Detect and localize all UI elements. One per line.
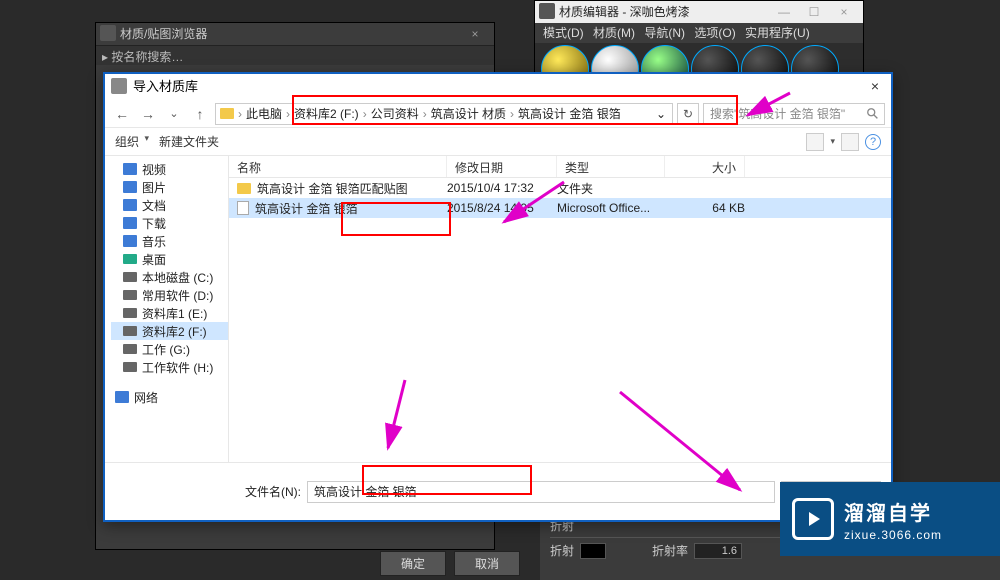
nav-back-button[interactable]: ← [111,103,133,125]
parent-dialog-buttons: 确定 取消 [380,551,520,576]
tree-item: 音乐 [111,232,228,250]
folder-icon [237,183,251,194]
tree-item: 桌面 [111,250,228,268]
column-size[interactable]: 大小 [665,156,745,177]
drive-icon [123,344,137,354]
nav-dropdown-icon[interactable]: ⌄ [163,103,185,125]
search-input[interactable]: 搜索"筑高设计 金箔 银箔" [703,103,885,125]
dialog-title: 导入材质库 [133,79,198,94]
tree-item: 视频 [111,160,228,178]
tree-item: 下载 [111,214,228,232]
tree-item: 工作 (G:) [111,340,228,358]
column-date[interactable]: 修改日期 [447,156,557,177]
downloads-icon [123,217,137,229]
file-list: 名称 修改日期 类型 大小 筑高设计 金箔 银箔匹配贴图 2015/10/4 1… [229,156,891,462]
ior-spinner[interactable]: 1.6 [694,543,742,559]
tree-item: 工作软件 (H:) [111,358,228,376]
breadcrumb-dropdown-icon[interactable]: ⌄ [650,107,672,121]
new-folder-button[interactable]: 新建文件夹 [159,133,219,150]
drive-icon [123,290,137,300]
menu-mode[interactable]: 模式(D) [543,26,584,40]
watermark: 溜溜自学 zixue.3066.com [780,482,1000,556]
documents-icon [123,199,137,211]
refraction-label: 折射 [550,542,574,559]
drive-icon [123,272,137,282]
organize-menu[interactable]: 组织 [115,133,149,150]
breadcrumb-segment[interactable]: 筑高设计 材质 [431,105,506,122]
maximize-icon[interactable]: ☐ [799,1,829,23]
material-browser-titlebar: 材质/贴图浏览器 × [96,23,494,45]
material-browser-title: 材质/贴图浏览器 [120,27,207,41]
watermark-line1: 溜溜自学 [844,497,942,526]
tree-item-selected: 资料库2 (F:) [111,322,228,340]
music-icon [123,235,137,247]
close-icon[interactable]: × [865,76,885,96]
watermark-logo-icon [792,498,834,540]
tree-item: 常用软件 (D:) [111,286,228,304]
drive-icon [123,362,137,372]
menu-material[interactable]: 材质(M) [593,26,635,40]
ior-label: 折射率 [652,542,688,559]
search-placeholder: 搜索"筑高设计 金箔 银箔" [710,105,845,122]
filename-label: 文件名(N): [245,483,301,500]
desktop-icon [123,254,137,264]
refresh-button[interactable]: ↻ [677,103,699,125]
minimize-icon[interactable]: — [769,1,799,23]
nav-forward-button[interactable]: → [137,103,159,125]
tree-item: 文档 [111,196,228,214]
drive-icon [123,308,137,318]
dialog-titlebar: 导入材质库 × [105,74,891,100]
pictures-icon [123,181,137,193]
breadcrumb[interactable]: › 此电脑› 资料库2 (F:)› 公司资料› 筑高设计 材质› 筑高设计 金箔… [215,103,673,125]
material-editor-menubar: 模式(D) 材质(M) 导航(N) 选项(O) 实用程序(U) [535,23,863,43]
tree-item: 网络 [111,388,228,406]
file-list-header: 名称 修改日期 类型 大小 [229,156,891,178]
search-row: ▸ 按名称搜索… [96,45,494,65]
videos-icon [123,163,137,175]
view-mode-icon[interactable] [806,133,824,151]
material-editor-window: 材质编辑器 - 深咖色烤漆 — ☐ × 模式(D) 材质(M) 导航(N) 选项… [534,0,864,74]
close-icon[interactable]: × [460,23,490,45]
tree-item: 资料库1 (E:) [111,304,228,322]
material-editor-titlebar: 材质编辑器 - 深咖色烤漆 — ☐ × [535,1,863,23]
column-name[interactable]: 名称 [229,156,447,177]
breadcrumb-segment[interactable]: 此电脑 [246,105,282,122]
breadcrumb-segment[interactable]: 公司资料 [371,105,419,122]
filename-input[interactable]: 筑高设计 金箔 银箔 [307,481,775,503]
dialog-bottom-bar: 文件名(N): 筑高设计 金箔 银箔 材质库(*.mat) [105,462,891,520]
app-icon [539,3,555,19]
close-icon[interactable]: × [829,1,859,23]
search-icon [866,107,880,121]
app-icon [111,78,127,94]
file-open-dialog: 导入材质库 × ← → ⌄ ↑ › 此电脑› 资料库2 (F:)› 公司资料› … [103,72,893,522]
nav-up-button[interactable]: ↑ [189,103,211,125]
tree-item: 图片 [111,178,228,196]
table-row[interactable]: 筑高设计 金箔 银箔匹配贴图 2015/10/4 17:32 文件夹 [229,178,891,198]
dialog-nav-bar: ← → ⌄ ↑ › 此电脑› 资料库2 (F:)› 公司资料› 筑高设计 材质›… [105,100,891,128]
refraction-swatch[interactable] [580,543,606,559]
breadcrumb-segment[interactable]: 筑高设计 金箔 银箔 [518,105,621,122]
table-row-selected[interactable]: 筑高设计 金箔 银箔 2015/8/24 14:05 Microsoft Off… [229,198,891,218]
folder-icon [220,108,234,119]
folder-tree[interactable]: 视频 图片 文档 下载 音乐 桌面 本地磁盘 (C:) 常用软件 (D:) 资料… [105,156,229,462]
cancel-button[interactable]: 取消 [454,551,520,576]
menu-utilities[interactable]: 实用程序(U) [745,26,810,40]
drive-icon [123,326,137,336]
ok-button[interactable]: 确定 [380,551,446,576]
network-icon [115,391,129,403]
material-editor-title: 材质编辑器 - 深咖色烤漆 [559,5,690,19]
dialog-toolbar: 组织 新建文件夹 ▾ ? [105,128,891,156]
menu-navigation[interactable]: 导航(N) [644,26,685,40]
app-icon [100,25,116,41]
watermark-line2: zixue.3066.com [844,528,942,542]
material-browser-search[interactable]: 按名称搜索… [111,50,183,64]
preview-pane-icon[interactable] [841,133,859,151]
tree-item: 本地磁盘 (C:) [111,268,228,286]
breadcrumb-segment[interactable]: 资料库2 (F:) [294,105,359,122]
menu-options[interactable]: 选项(O) [694,26,735,40]
help-icon[interactable]: ? [865,134,881,150]
column-type[interactable]: 类型 [557,156,665,177]
document-icon [237,201,249,215]
